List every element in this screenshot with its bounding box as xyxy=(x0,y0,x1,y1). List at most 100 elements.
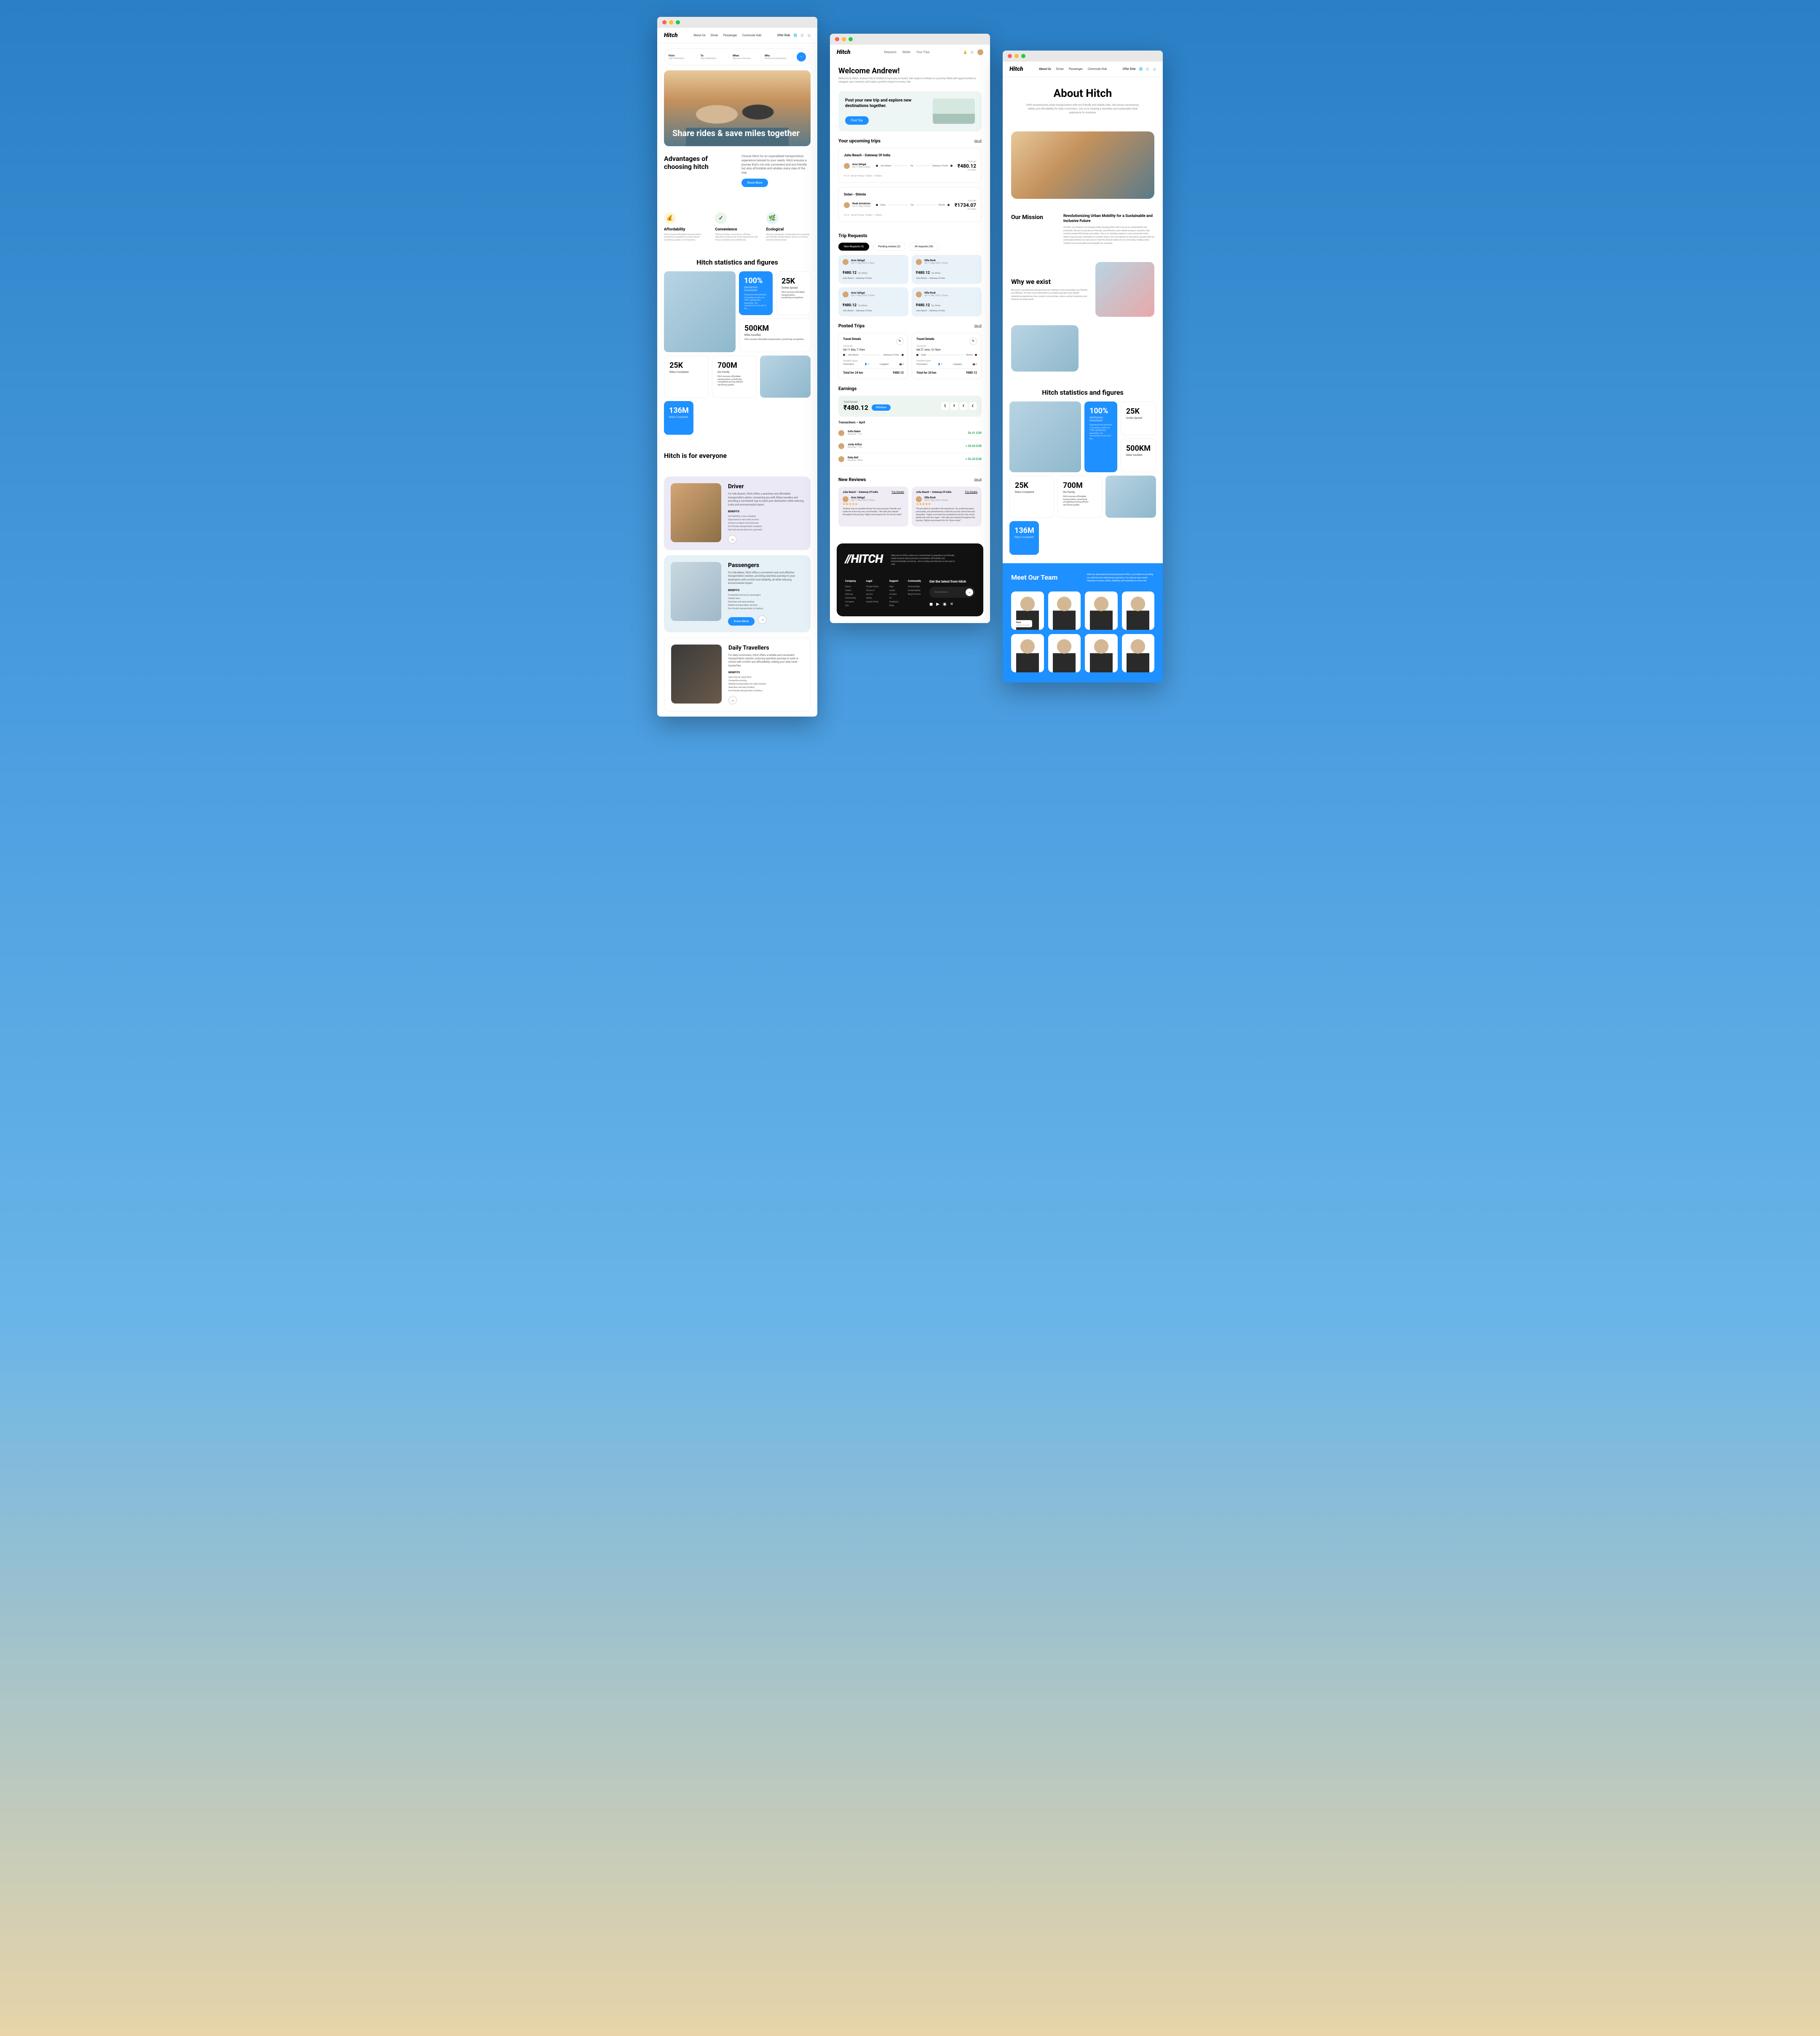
team-member-card[interactable] xyxy=(1048,634,1081,672)
person-avatar xyxy=(844,202,850,208)
team-member-card[interactable] xyxy=(1122,634,1155,672)
team-member-card[interactable]: NizolSoftware Engineer xyxy=(1011,591,1044,630)
nav-passenger[interactable]: Passenger xyxy=(1069,67,1083,71)
currency-gbp[interactable]: £ xyxy=(969,402,977,410)
posted-card: Travel Details✎ Trip Route Sat 11 May, 7… xyxy=(838,333,908,379)
nav-passenger[interactable]: Passenger xyxy=(723,34,737,37)
passengers-know-more[interactable]: Know More xyxy=(728,617,755,626)
post-trip-button[interactable]: Post Trip xyxy=(845,116,869,125)
pill-all[interactable]: All requests (24) xyxy=(909,243,939,251)
currency-usd[interactable]: $ xyxy=(941,402,949,410)
edit-icon[interactable]: ✎ xyxy=(969,337,977,345)
team-member-card[interactable] xyxy=(1011,634,1044,672)
offer-ride-link[interactable]: Offer Ride xyxy=(1122,67,1135,71)
close-dot[interactable] xyxy=(1008,54,1012,58)
footer-col-legal: Legal Private PolicyTerms of serviceSafe… xyxy=(866,580,881,608)
currency-eur[interactable]: € xyxy=(960,402,967,410)
bell-icon[interactable]: 🔔 xyxy=(964,51,967,54)
team-member-card[interactable] xyxy=(1048,591,1081,630)
brand-logo[interactable]: Hitch xyxy=(664,32,678,39)
nav-about[interactable]: About Us xyxy=(693,34,706,37)
globe-icon[interactable]: 🌐 xyxy=(1139,67,1143,71)
search-when[interactable]: When Days you commute xyxy=(733,54,761,60)
edit-icon[interactable]: ✎ xyxy=(896,337,904,345)
instagram-icon[interactable]: ◉ xyxy=(943,602,947,607)
request-card[interactable]: Arun SehgalSat 11 May 2024, 5:30am ₹480.… xyxy=(838,255,908,284)
transaction-row[interactable]: Ruby BellReceived • Mar6 + 56.30 EUR xyxy=(838,453,982,466)
nav-hub[interactable]: Commute Hub xyxy=(742,34,761,37)
pill-new[interactable]: New Requests (4) xyxy=(838,243,869,251)
minimize-dot[interactable] xyxy=(669,20,673,24)
cart-icon[interactable]: 🛒 xyxy=(970,51,974,54)
newsletter-input[interactable] xyxy=(931,589,966,596)
cart-icon[interactable]: 🛒 xyxy=(1146,67,1150,71)
trip-card[interactable]: Juhu Beach - Gateway Of India Arun Sehga… xyxy=(838,148,982,183)
stats-title: Hitch statistics and figures xyxy=(1009,388,1156,396)
close-dot[interactable] xyxy=(835,37,839,41)
search-who[interactable]: Who Guests you bring along xyxy=(765,54,793,60)
upcoming-head: Your upcoming trips See all xyxy=(830,131,990,148)
transaction-row[interactable]: Jordy ArthurReceived • 11m + 30.60 EUR xyxy=(838,440,982,453)
facebook-icon[interactable]: ◼ xyxy=(929,602,933,607)
search-from[interactable]: From Start destination xyxy=(669,54,697,60)
withdraw-button[interactable]: Withdraw xyxy=(872,404,891,411)
nav-about[interactable]: About Us xyxy=(1039,67,1051,71)
minimize-dot[interactable] xyxy=(842,37,846,41)
close-dot[interactable] xyxy=(662,20,666,24)
twitter-icon[interactable]: ✕ xyxy=(950,602,953,607)
stats-section: Hitch statistics and figures 100% Satisf… xyxy=(657,250,817,443)
feature-ecological: 🌿 Ecological We are ecologically sustain… xyxy=(766,212,811,242)
youtube-icon[interactable]: ▶ xyxy=(936,602,939,607)
landing-window: Hitch About Us Driver Passenger Commute … xyxy=(657,17,817,717)
request-card[interactable]: Ollie RockSat 11 May 2024, 5:30am ₹480.1… xyxy=(912,255,982,284)
site-header: Hitch About Us Driver Passenger Commute … xyxy=(657,28,817,43)
user-avatar[interactable] xyxy=(977,49,983,55)
currency-inr[interactable]: ₹ xyxy=(950,402,958,410)
team-member-card[interactable] xyxy=(1085,634,1118,672)
search-to[interactable]: To Start destination xyxy=(701,54,729,60)
offer-ride-link[interactable]: Offer Ride xyxy=(777,34,790,37)
maximize-dot[interactable] xyxy=(676,20,680,24)
nav-driver[interactable]: Driver xyxy=(711,34,718,37)
transaction-row[interactable]: Sofia BakerReceived • 11m 56.41 EUR xyxy=(838,427,982,440)
minimize-dot[interactable] xyxy=(1014,54,1019,58)
pill-pending[interactable]: Pending reviews (2) xyxy=(873,243,906,251)
request-card[interactable]: Ollie RockSat 11 May 2024, 5:30am ₹480.1… xyxy=(912,287,982,316)
nav-trips[interactable]: Your Trips xyxy=(916,51,929,54)
see-all-link[interactable]: See all xyxy=(974,478,982,481)
team-member-card[interactable] xyxy=(1085,591,1118,630)
trip-details-link[interactable]: Trip Details xyxy=(965,491,977,494)
team-member-card[interactable] xyxy=(1122,591,1155,630)
daily-arrow-button[interactable]: → xyxy=(728,696,737,704)
know-more-button[interactable]: Know More xyxy=(741,179,768,187)
nav-requests[interactable]: Requests xyxy=(884,51,897,54)
driver-arrow-button[interactable]: → xyxy=(728,535,736,543)
nav-hub[interactable]: Commute Hub xyxy=(1088,67,1107,71)
brand-logo[interactable]: Hitch xyxy=(837,49,851,56)
cart-icon[interactable]: 🛒 xyxy=(800,34,804,37)
requests-head: Trip Requests xyxy=(830,226,990,243)
dashboard-nav: Requests Wallet Your Trips xyxy=(884,51,930,54)
maximize-dot[interactable] xyxy=(1021,54,1025,58)
globe-icon[interactable]: 🌐 xyxy=(794,34,798,37)
passengers-photo xyxy=(671,562,721,621)
search-button[interactable]: ⌕ xyxy=(797,52,806,62)
main-nav: About Us Driver Passenger Commute Hub xyxy=(1039,67,1107,71)
trip-person: Noah Armstrum Sat 11 May, 8:30am xyxy=(844,200,871,211)
newsletter-submit[interactable]: → xyxy=(966,589,973,596)
earnings-head: Earnings xyxy=(830,379,990,396)
see-all-link[interactable]: See all xyxy=(974,139,982,142)
maximize-dot[interactable] xyxy=(848,37,853,41)
trip-details-link[interactable]: Trip Details xyxy=(891,491,904,494)
trip-card[interactable]: Solan - Shimla Noah Armstrum Sat 11 May,… xyxy=(838,187,982,222)
request-card[interactable]: Arun SehgalSat 11 May 2024, 5:30am ₹480.… xyxy=(838,287,908,316)
nav-wallet[interactable]: Wallet xyxy=(902,51,910,54)
about-hero-image xyxy=(1011,131,1154,199)
avatar-icon[interactable] xyxy=(808,34,811,37)
see-all-link[interactable]: See all xyxy=(974,324,982,327)
nav-driver[interactable]: Driver xyxy=(1056,67,1064,71)
brand-logo[interactable]: Hitch xyxy=(1009,66,1023,72)
daily-photo xyxy=(671,645,722,704)
passengers-arrow-button[interactable]: → xyxy=(758,615,766,624)
avatar-icon[interactable] xyxy=(1153,68,1156,71)
